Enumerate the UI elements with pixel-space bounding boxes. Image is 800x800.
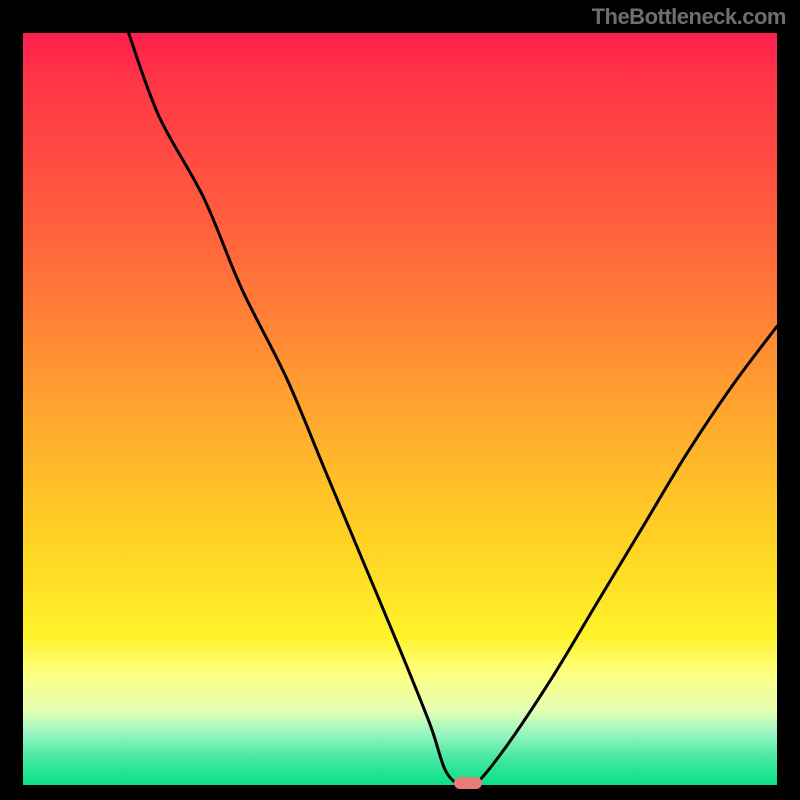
attribution-text: TheBottleneck.com: [592, 4, 786, 30]
bottleneck-curve: [23, 33, 777, 785]
plot-gradient-area: [23, 33, 777, 785]
chart-container: TheBottleneck.com: [0, 0, 800, 800]
optimum-marker: [454, 777, 482, 789]
plot-outer-frame: [20, 30, 780, 788]
